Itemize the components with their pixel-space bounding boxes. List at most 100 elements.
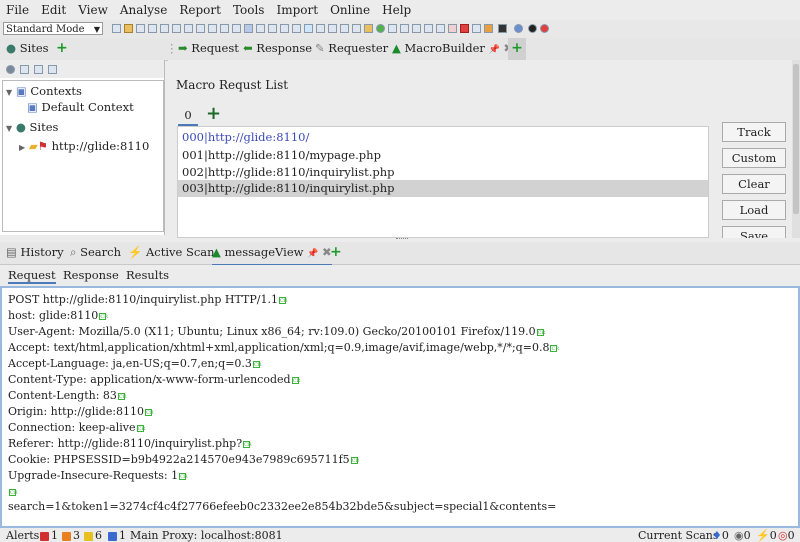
flag-red-icon [40,531,49,541]
tab-request[interactable]: ➡ Request [178,38,239,60]
track-button[interactable]: Track [722,122,786,142]
add-macro-tab-icon[interactable]: + [206,103,221,124]
tab-requester[interactable]: ✎ Requester [315,38,388,60]
macro-row-3[interactable]: 003|http://glide:8110/inquirylist.php [178,180,708,197]
tab-history[interactable]: ▤ History [6,242,64,264]
pin-icon[interactable]: 📌 [307,249,318,259]
expand-info-icon[interactable] [244,24,253,33]
drop-icon[interactable] [412,24,421,33]
expand-toggle-icon[interactable]: ▼ [6,124,12,133]
snapshot-icon[interactable] [148,24,157,33]
menu-file[interactable]: File [0,0,35,20]
terminal-icon[interactable] [498,24,507,33]
panel-3-icon[interactable] [328,24,337,33]
show-tabs-icon[interactable] [220,24,229,33]
tree-site-glide[interactable]: ▶ ▰⚑ http://glide:8110 [19,139,149,153]
menu-view[interactable]: View [72,0,114,20]
alerts-label: Alerts [6,529,40,542]
tab-sites[interactable]: ● Sites [6,38,49,60]
tree-contexts[interactable]: ▼ ▣ Contexts [6,84,82,98]
persist-session-icon[interactable] [136,24,145,33]
record-icon[interactable] [540,24,549,33]
stop-icon[interactable] [448,24,457,33]
panel-4-icon[interactable] [340,24,349,33]
tab-scroll-handle[interactable]: ⋮ [166,38,178,60]
panel-2-icon[interactable] [316,24,325,33]
break-icon[interactable] [376,24,385,33]
collapse-toggle-icon[interactable]: ▶ [19,143,25,152]
subtab-results[interactable]: Results [126,268,169,282]
save-button[interactable]: Save [722,226,786,238]
tab-messageview[interactable]: ▲ messageView 📌 ✖ [212,242,332,266]
menu-help[interactable]: Help [376,0,417,20]
main-toolbar: Standard Mode ▼ [0,20,800,38]
new-session-icon[interactable] [112,24,121,33]
session-properties-icon[interactable] [160,24,169,33]
step-icon[interactable] [388,24,397,33]
tab-search[interactable]: ⌕ Search [70,242,121,264]
tab-macrobuilder[interactable]: ▲ MacroBuilder 📌 ✖ [392,38,514,62]
target-icon: ◎ [778,529,788,542]
macro-row-2[interactable]: 002|http://glide:8110/inquirylist.php [178,164,708,181]
clear-button[interactable]: Clear [722,174,786,194]
import-context-icon[interactable] [34,65,43,74]
message-line: Upgrade-Insecure-Requests: 1 CR [8,469,188,482]
panel-active-icon[interactable] [304,24,313,33]
globe-icon[interactable] [514,24,523,33]
panel-5-icon[interactable] [352,24,361,33]
menu-analyse[interactable]: Analyse [114,0,173,20]
layout-icon[interactable] [184,24,193,33]
scrollbar-thumb[interactable] [793,64,799,214]
hud-icon[interactable] [528,24,537,33]
vertical-scrollbar[interactable] [792,60,800,238]
macro-row-1[interactable]: 001|http://glide:8110/mypage.php [178,147,708,164]
gear-icon[interactable] [6,65,15,74]
layout-split-icon[interactable] [196,24,205,33]
new-context-icon[interactable] [20,65,29,74]
scan-icon[interactable] [364,24,373,33]
open-session-icon[interactable] [124,24,133,33]
menu-import[interactable]: Import [270,0,324,20]
tree-default-context[interactable]: ▣ Default Context [27,100,134,114]
menu-report[interactable]: Report [173,0,227,20]
view-icon[interactable] [268,24,277,33]
subtab-response[interactable]: Response [63,268,119,282]
add-tab-button[interactable]: + [508,38,526,60]
message-line: Content-Type: application/x-www-form-url… [8,373,301,386]
menu-edit[interactable]: Edit [35,0,72,20]
subtab-request[interactable]: Request [8,268,56,284]
custom-button[interactable]: Custom [722,148,786,168]
macro-tab-0[interactable]: 0 [178,108,198,126]
load-button[interactable]: Load [722,200,786,220]
scripts-icon[interactable] [472,24,481,33]
tab-response[interactable]: ⬅ Response [243,38,312,60]
tree-sites[interactable]: ▼ ● Sites [6,120,58,134]
request-message-editor[interactable]: POST http://glide:8110/inquirylist.php H… [0,286,800,528]
filter-icon[interactable] [424,24,433,33]
fuzz-icon[interactable] [484,24,493,33]
expand-full-icon[interactable] [256,24,265,33]
message-line: Connection: keep-alive CR [8,421,146,434]
expand-sites-icon[interactable] [232,24,241,33]
panel-icon[interactable] [292,24,301,33]
line-break-icon: CR [291,376,301,384]
split-view-icon[interactable] [280,24,289,33]
active-scan-icon: ⚡ [128,245,143,259]
macro-icon: ▲ [212,245,221,259]
mode-select[interactable]: Standard Mode ▼ [3,22,103,35]
macro-row-0[interactable]: 000|http://glide:8110/ [178,129,708,146]
add-tab-plus-icon[interactable]: + [56,38,68,60]
continue-icon[interactable] [400,24,409,33]
close-x-icon[interactable] [460,24,469,33]
menu-tools[interactable]: Tools [227,0,271,20]
menu-online[interactable]: Online [324,0,376,20]
breakpoint-icon[interactable] [436,24,445,33]
layout-tabs-icon[interactable] [208,24,217,33]
pin-icon[interactable]: 📌 [489,45,500,55]
expand-toggle-icon[interactable]: ▼ [6,88,12,97]
export-context-icon[interactable] [48,65,57,74]
add-tab-plus-icon[interactable]: + [330,242,342,264]
pencil-icon: ✎ [315,41,325,55]
options-icon[interactable] [172,24,181,33]
tab-active-scan[interactable]: ⚡ Active Scan [128,242,215,264]
